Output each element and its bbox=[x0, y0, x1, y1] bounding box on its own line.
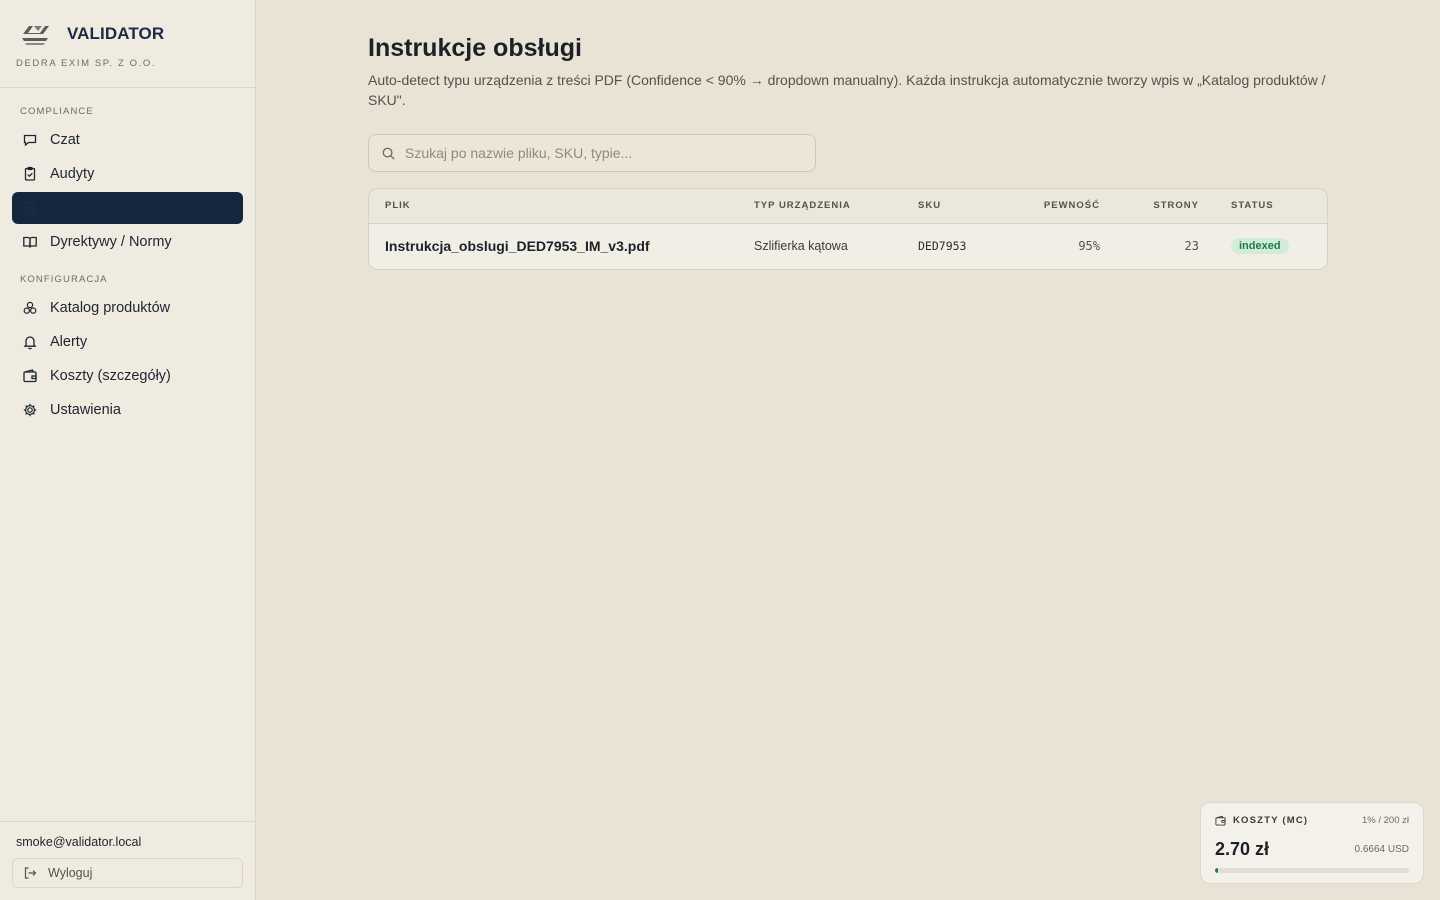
cell-sku: DED7953 bbox=[918, 239, 967, 254]
cell-file[interactable]: Instrukcja_obslugi_DED7953_IM_v3.pdf bbox=[369, 223, 754, 269]
search-input[interactable] bbox=[405, 145, 803, 161]
search-icon bbox=[382, 147, 395, 160]
nav-heading-konfiguracja: KONFIGURACJA bbox=[20, 274, 108, 285]
cell-pages: 23 bbox=[1184, 239, 1199, 254]
page-description: Auto-detect typu urządzenia z treści PDF… bbox=[368, 72, 1326, 108]
sidebar-item-label: Koszty (szczegóły) bbox=[50, 368, 171, 384]
status-badge: indexed bbox=[1231, 238, 1289, 255]
sidebar-item-katalog[interactable]: Katalog produktów bbox=[12, 292, 243, 324]
sidebar-item-label: Instrukcje bbox=[50, 200, 113, 216]
user-email: smoke@validator.local bbox=[16, 835, 142, 849]
cost-progress-fill bbox=[1215, 868, 1218, 873]
cell-status: indexed bbox=[1199, 223, 1327, 269]
sidebar-item-label: Alerty bbox=[50, 334, 88, 350]
column-header-type[interactable]: TYP URZĄDZENIA bbox=[754, 189, 918, 223]
sidebar-item-label: Katalog produktów bbox=[50, 300, 171, 316]
sidebar-item-label: Czat bbox=[50, 132, 80, 148]
cost-progress-bar bbox=[1215, 868, 1409, 873]
sidebar-item-alerty[interactable]: Alerty bbox=[12, 326, 243, 358]
search-box[interactable] bbox=[368, 134, 816, 172]
document-icon bbox=[22, 200, 38, 216]
cost-amount: 2.70 zł bbox=[1215, 838, 1270, 859]
brand-header: VALIDATOR DEDRA EXIM SP. Z O.O. bbox=[0, 0, 255, 88]
sidebar-footer: smoke@validator.local Wyloguj bbox=[0, 821, 255, 900]
brand-row[interactable]: VALIDATOR bbox=[16, 20, 239, 48]
cell-confidence: 95% bbox=[1078, 239, 1100, 254]
cost-label: KOSZTY (MC) bbox=[1233, 814, 1309, 826]
column-header-status[interactable]: STATUS bbox=[1199, 189, 1327, 223]
boxes-icon bbox=[22, 300, 38, 316]
validator-logo-icon bbox=[22, 26, 49, 45]
table-header-row: PLIK TYP URZĄDZENIA SKU PEWNOŚĆ STRONY S… bbox=[369, 189, 1327, 223]
sidebar-item-instrukcje[interactable]: Instrukcje bbox=[12, 192, 243, 224]
cost-usage: 1% / 200 zł bbox=[1362, 814, 1409, 826]
sidebar-item-label: Ustawienia bbox=[50, 402, 121, 418]
logout-icon bbox=[24, 867, 37, 879]
column-header-sku[interactable]: SKU bbox=[918, 189, 1018, 223]
instructions-table: PLIK TYP URZĄDZENIA SKU PEWNOŚĆ STRONY S… bbox=[368, 188, 1328, 270]
sidebar-item-dyrektywy[interactable]: Dyrektywy / Normy bbox=[12, 226, 243, 258]
column-header-confidence[interactable]: PEWNOŚĆ bbox=[1018, 189, 1100, 223]
wallet-icon bbox=[1215, 815, 1226, 826]
bell-icon bbox=[22, 334, 38, 350]
sidebar-item-czat[interactable]: Czat bbox=[12, 124, 243, 156]
book-open-icon bbox=[22, 234, 38, 250]
page-title: Instrukcje obsługi bbox=[368, 34, 582, 62]
table-row[interactable]: Instrukcja_obslugi_DED7953_IM_v3.pdf Szl… bbox=[369, 223, 1327, 269]
sidebar-item-label: Audyty bbox=[50, 166, 95, 182]
sidebar: VALIDATOR DEDRA EXIM SP. Z O.O. COMPLIAN… bbox=[0, 0, 256, 900]
logout-label: Wyloguj bbox=[48, 866, 93, 880]
sidebar-nav: COMPLIANCE Czat Audyty Instrukcje Dyrekt… bbox=[0, 105, 255, 426]
column-header-file[interactable]: PLIK bbox=[369, 189, 754, 223]
company-name: DEDRA EXIM SP. Z O.O. bbox=[16, 58, 157, 69]
cost-widget[interactable]: KOSZTY (MC) 1% / 200 zł 2.70 zł 0.6664 U… bbox=[1200, 802, 1424, 884]
sidebar-item-audyty[interactable]: Audyty bbox=[12, 158, 243, 190]
brand-name: VALIDATOR bbox=[67, 24, 165, 43]
logout-button[interactable]: Wyloguj bbox=[12, 858, 243, 888]
sidebar-item-label: Dyrektywy / Normy bbox=[50, 234, 172, 250]
sidebar-item-koszty[interactable]: Koszty (szczegóły) bbox=[12, 360, 243, 392]
column-header-pages[interactable]: STRONY bbox=[1100, 189, 1199, 223]
cell-type: Szlifierka kątowa bbox=[754, 239, 848, 254]
clipboard-check-icon bbox=[22, 166, 38, 182]
wallet-icon bbox=[22, 368, 38, 384]
chat-icon bbox=[22, 132, 38, 148]
sidebar-item-ustawienia[interactable]: Ustawienia bbox=[12, 394, 243, 426]
nav-heading-compliance: COMPLIANCE bbox=[20, 106, 94, 117]
cost-usd: 0.6664 USD bbox=[1354, 843, 1409, 855]
gear-icon bbox=[22, 402, 38, 418]
main-content: Instrukcje obsługi Auto-detect typu urzą… bbox=[368, 0, 1328, 270]
